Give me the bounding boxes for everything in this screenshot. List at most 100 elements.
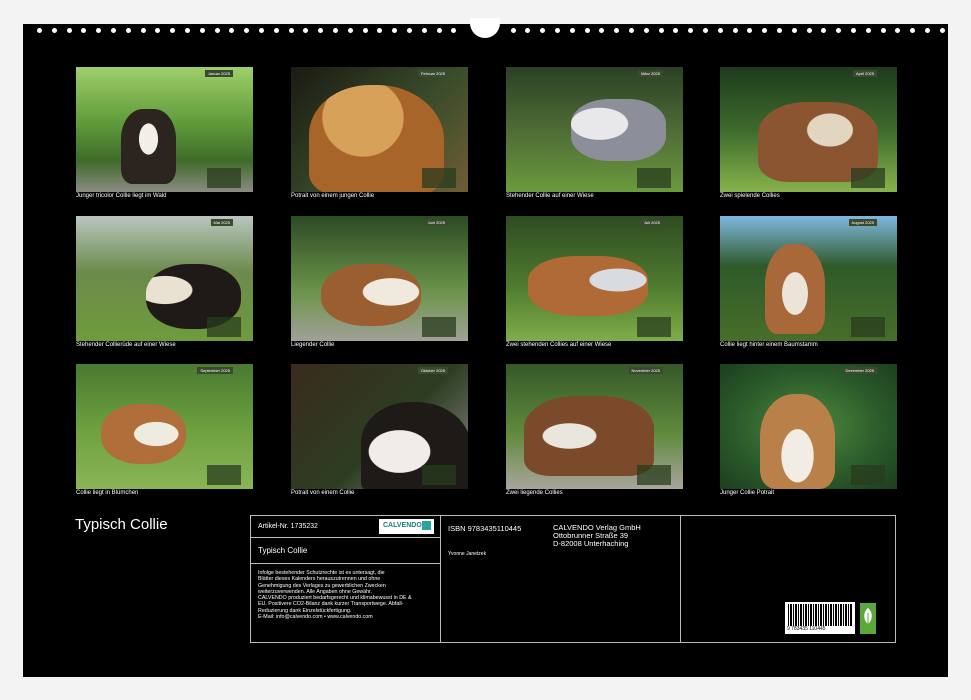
mini-calendar <box>637 317 671 337</box>
binding-hole <box>377 28 383 33</box>
collie-image <box>760 394 835 489</box>
binding-hole <box>421 28 427 33</box>
mini-calendar <box>637 168 671 188</box>
binding-hole <box>155 28 161 33</box>
binding-hole <box>125 28 131 33</box>
binding-hole <box>540 28 546 33</box>
binding-hole <box>81 28 87 33</box>
binding-hole <box>362 28 368 33</box>
collie-image <box>571 99 666 161</box>
mini-calendar <box>851 465 885 485</box>
legal-line: E-Mail: info@calvendo.com • www.calvendo… <box>258 614 373 621</box>
barcode-digits: 9 783435 110445 <box>787 626 826 632</box>
tile-caption: Junger tricolor Collie liegt im Wald <box>76 193 167 199</box>
binding-hole <box>407 28 412 33</box>
binding-hole <box>37 28 42 33</box>
month-tile-august: August 2025 <box>720 216 897 341</box>
month-label: September 2025 <box>197 367 233 374</box>
binding-hole <box>229 28 235 33</box>
tile-caption: Junger Collie Potrait <box>720 490 775 496</box>
binding-hole <box>658 28 664 33</box>
binding-hole <box>66 28 72 33</box>
binding-hole <box>703 28 708 33</box>
month-tile-january: Januar 2025 <box>76 67 253 192</box>
binding-hole <box>199 28 205 33</box>
binding-hole <box>614 28 620 33</box>
binding-hole <box>791 28 797 33</box>
binding-hole <box>185 28 190 33</box>
binding-hole <box>569 28 575 33</box>
mini-calendar <box>207 317 241 337</box>
binding-hole <box>51 28 57 33</box>
cover-title: Typisch Collie <box>75 516 168 533</box>
tile-caption: Stehender Collie auf einer Wiese <box>506 193 594 199</box>
binding-hole <box>214 28 220 33</box>
isbn: ISBN 9783435110445 <box>448 524 522 533</box>
binding-hole <box>629 28 634 33</box>
barcode: 9 783435 110445 <box>785 602 855 634</box>
binding-hole <box>392 28 398 33</box>
binding-hole <box>939 28 945 33</box>
binding-hole <box>333 28 338 33</box>
mini-calendar <box>637 465 671 485</box>
binding-hole <box>851 28 856 33</box>
tile-caption: Potrait von einem Collie <box>291 490 355 496</box>
article-number: Artikel-Nr. 1735232 <box>258 523 318 530</box>
month-label: April 2025 <box>852 70 877 77</box>
binding-hole <box>347 28 353 33</box>
binding-hole <box>643 28 649 33</box>
tile-caption: Collie liegt in Blümchen <box>76 490 139 496</box>
binding-hole <box>510 28 516 33</box>
binding-hole <box>895 28 901 33</box>
logo-text: CALVENDO <box>383 522 422 529</box>
month-tile-july: Juli 2025 <box>506 216 683 341</box>
collie-image <box>101 404 186 464</box>
mini-calendar <box>851 317 885 337</box>
binding-hole <box>925 28 930 33</box>
calendar-title: Typisch Collie <box>258 546 308 555</box>
mini-calendar <box>422 168 456 188</box>
tile-caption: Zwei spielende Collies <box>720 193 780 199</box>
month-tile-november: November 2025 <box>506 364 683 489</box>
divider <box>680 516 681 642</box>
month-tile-may: Mai 2025 <box>76 216 253 341</box>
binding-hole <box>96 28 102 33</box>
month-tile-april: April 2025 <box>720 67 897 192</box>
binding-hole <box>525 28 531 33</box>
month-label: Dezember 2025 <box>842 367 877 374</box>
collie-image <box>765 244 825 334</box>
binding-hole <box>762 28 768 33</box>
month-tile-june: Juni 2025 <box>291 216 468 341</box>
collie-image <box>528 256 648 316</box>
month-label: Februar 2025 <box>417 70 448 77</box>
collie-image <box>121 109 176 184</box>
binding-hole <box>318 28 324 33</box>
legal-line: EU. Positivere CO2-Bilanz dank kurzer Tr… <box>258 601 404 608</box>
binding-hole <box>288 28 294 33</box>
binding-hole <box>584 28 590 33</box>
calendar-back-page: Januar 2025 Junger tricolor Collie liegt… <box>23 18 948 677</box>
tile-caption: Zwei liegende Collies <box>506 490 563 496</box>
binding-hole <box>688 28 694 33</box>
publisher-address: CALVENDO Verlag GmbH Ottobrunner Straße … <box>553 524 641 548</box>
binding-hole <box>673 28 679 33</box>
binding-hole <box>140 28 146 33</box>
barcode-bars <box>788 604 852 626</box>
legal-text: Infolge bestehender Schutzrechte ist es … <box>258 570 412 620</box>
mini-calendar <box>422 465 456 485</box>
divider <box>251 537 440 538</box>
binding-hole <box>806 28 812 33</box>
month-label: Mai 2025 <box>210 219 233 226</box>
author: Yvonne Janetzek <box>448 551 487 557</box>
month-tile-december: Dezember 2025 <box>720 364 897 489</box>
mini-calendar <box>422 317 456 337</box>
publisher-line: D-82008 Unterhaching <box>553 539 629 548</box>
logo-mark <box>422 521 431 530</box>
binding-hole <box>717 28 723 33</box>
binding-hole <box>910 28 916 33</box>
binding-hole <box>273 28 279 33</box>
month-label: Juli 2025 <box>640 219 663 226</box>
month-label: August 2025 <box>848 219 877 226</box>
binding-hole <box>259 28 264 33</box>
info-panel: Artikel-Nr. 1735232 CALVENDO Typisch Col… <box>250 515 896 643</box>
